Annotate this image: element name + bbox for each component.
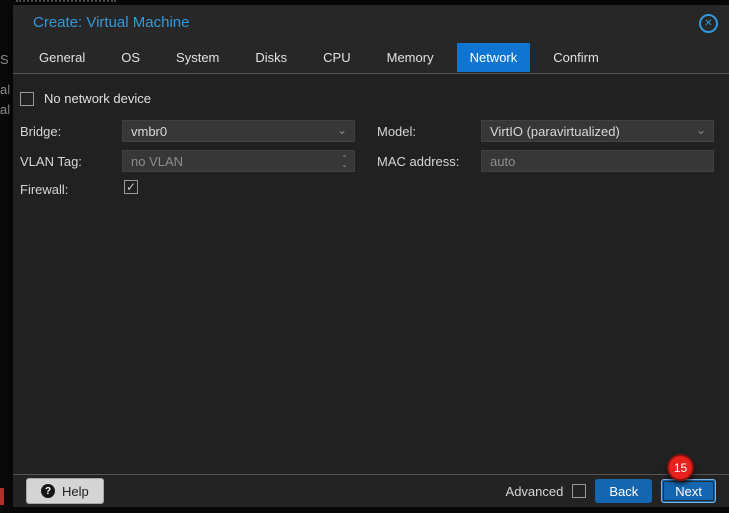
firewall-label: Firewall: — [20, 182, 68, 197]
model-value: VirtIO (paravirtualized) — [490, 124, 620, 139]
vlan-tag-label: VLAN Tag: — [20, 154, 82, 169]
chevron-down-icon[interactable]: ⌄ — [696, 123, 706, 137]
background-text-fragment: al — [0, 82, 13, 97]
network-tab-panel: No network device Bridge: vmbr0 ⌄ Model:… — [13, 73, 729, 474]
dialog-header: Create: Virtual Machine ✕ — [13, 5, 729, 40]
help-button[interactable]: ? Help — [26, 478, 104, 504]
no-network-device-label: No network device — [44, 91, 151, 106]
vlan-tag-input[interactable] — [123, 151, 354, 171]
bridge-value: vmbr0 — [131, 124, 167, 139]
vlan-tag-field: ⌃⌄ — [122, 150, 355, 172]
background-masked-text — [16, 0, 116, 3]
firewall-checkbox[interactable]: ✓ — [124, 180, 138, 194]
bridge-combobox[interactable]: vmbr0 ⌄ — [122, 120, 355, 142]
mac-address-label: MAC address: — [377, 154, 459, 169]
tab-disks[interactable]: Disks — [242, 43, 300, 72]
annotation-badge: 15 — [667, 454, 694, 481]
tab-general[interactable]: General — [26, 43, 98, 72]
advanced-checkbox[interactable] — [572, 484, 586, 498]
help-button-label: Help — [62, 484, 89, 499]
next-button[interactable]: Next — [661, 479, 716, 503]
dialog-footer: ? Help Advanced Back Next — [13, 474, 729, 507]
background-text-fragment: al — [0, 102, 13, 117]
bridge-label: Bridge: — [20, 124, 61, 139]
close-icon[interactable]: ✕ — [699, 14, 718, 33]
no-network-device-row: No network device — [20, 91, 151, 106]
model-label: Model: — [377, 124, 416, 139]
tab-network[interactable]: Network — [457, 43, 531, 72]
background-text-fragment: S — [0, 52, 13, 67]
up-down-chevrons-icon[interactable]: ⌃⌄ — [341, 151, 348, 173]
tab-os[interactable]: OS — [108, 43, 153, 72]
no-network-device-checkbox[interactable] — [20, 92, 34, 106]
advanced-label: Advanced — [506, 484, 564, 499]
question-circle-icon: ? — [41, 484, 55, 498]
mac-address-input[interactable] — [482, 151, 713, 171]
background-red-fragment — [0, 488, 4, 505]
back-button[interactable]: Back — [595, 479, 652, 503]
create-vm-dialog: Create: Virtual Machine ✕ General OS Sys… — [13, 5, 729, 507]
tab-system[interactable]: System — [163, 43, 232, 72]
wizard-tabbar: General OS System Disks CPU Memory Netwo… — [26, 42, 729, 73]
tab-confirm[interactable]: Confirm — [540, 43, 612, 72]
tab-cpu[interactable]: CPU — [310, 43, 363, 72]
model-combobox[interactable]: VirtIO (paravirtualized) ⌄ — [481, 120, 714, 142]
chevron-down-icon[interactable]: ⌄ — [337, 123, 347, 137]
tab-memory[interactable]: Memory — [374, 43, 447, 72]
screen: S al al Create: Virtual Machine ✕ Genera… — [0, 0, 729, 513]
footer-actions: Advanced Back Next — [506, 479, 716, 503]
dialog-title: Create: Virtual Machine — [33, 14, 189, 31]
mac-address-field — [481, 150, 714, 172]
